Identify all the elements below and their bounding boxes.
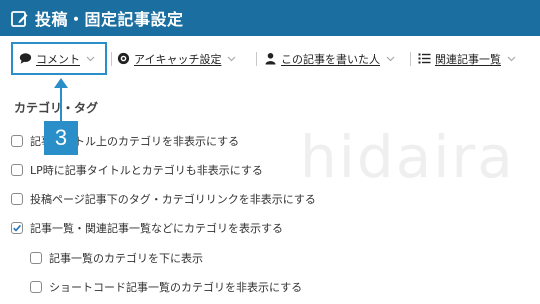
option-label: 投稿ページ記事下のタグ・カテゴリリンクを非表示にする: [30, 193, 316, 206]
checkbox[interactable]: [30, 252, 42, 264]
chevron-down-icon: [228, 56, 236, 62]
tab-divider: [256, 52, 257, 66]
settings-tab-bar: コメント アイキャッチ設定 この記事を書いた人 関連記事一覧: [0, 36, 540, 83]
page-title: 投稿・固定記事設定: [35, 10, 184, 29]
option-hide-on-lp[interactable]: LP時に記事タイトルとカテゴリも非表示にする: [11, 162, 263, 178]
checkbox[interactable]: [11, 164, 23, 176]
section-title: カテゴリ・タグ: [14, 101, 99, 115]
checkbox-checked[interactable]: [11, 222, 23, 234]
tab-divider: [111, 52, 112, 66]
callout-line: [60, 82, 62, 122]
tab-comment[interactable]: コメント: [11, 42, 107, 75]
person-icon: [265, 53, 276, 65]
eye-icon: [117, 52, 130, 65]
tab-eyecatch[interactable]: アイキャッチ設定: [117, 42, 236, 75]
checkbox[interactable]: [30, 281, 42, 293]
list-icon: [418, 53, 431, 64]
settings-header: 投稿・固定記事設定: [0, 0, 540, 36]
chevron-down-icon: [86, 56, 95, 62]
category-tag-settings: hidaira カテゴリ・タグ 記事タイトル上のカテゴリを非表示にする LP時に…: [0, 83, 540, 304]
comment-bubble-icon: [19, 53, 32, 64]
tab-related-posts[interactable]: 関連記事一覧: [418, 42, 516, 75]
option-label: LP時に記事タイトルとカテゴリも非表示にする: [30, 164, 263, 177]
checkbox[interactable]: [11, 193, 23, 205]
option-hide-tag-category-links[interactable]: 投稿ページ記事下のタグ・カテゴリリンクを非表示にする: [11, 191, 316, 207]
tab-divider: [410, 52, 411, 66]
option-label: 記事一覧・関連記事一覧などにカテゴリを表示する: [30, 222, 283, 235]
checkbox[interactable]: [11, 135, 23, 147]
callout-number-badge: 3: [44, 121, 78, 155]
checkmark-icon: [13, 224, 22, 232]
edit-note-icon: [11, 10, 28, 27]
tab-related-posts-label: 関連記事一覧: [435, 52, 501, 66]
tab-eyecatch-label: アイキャッチ設定: [134, 52, 222, 66]
option-category-below[interactable]: 記事一覧のカテゴリを下に表示: [30, 250, 203, 266]
chevron-down-icon: [386, 56, 395, 62]
option-show-category-in-lists[interactable]: 記事一覧・関連記事一覧などにカテゴリを表示する: [11, 220, 283, 236]
tab-author-label: この記事を書いた人: [281, 52, 380, 66]
tab-author[interactable]: この記事を書いた人: [264, 42, 395, 75]
option-hide-category-shortcode[interactable]: ショートコード記事一覧のカテゴリを非表示にする: [30, 279, 302, 295]
chevron-down-icon: [507, 56, 516, 62]
watermark-text: hidaira: [300, 123, 515, 191]
option-label: 記事一覧のカテゴリを下に表示: [49, 252, 203, 265]
option-label: ショートコード記事一覧のカテゴリを非表示にする: [49, 281, 303, 294]
tab-comment-label: コメント: [36, 52, 80, 66]
